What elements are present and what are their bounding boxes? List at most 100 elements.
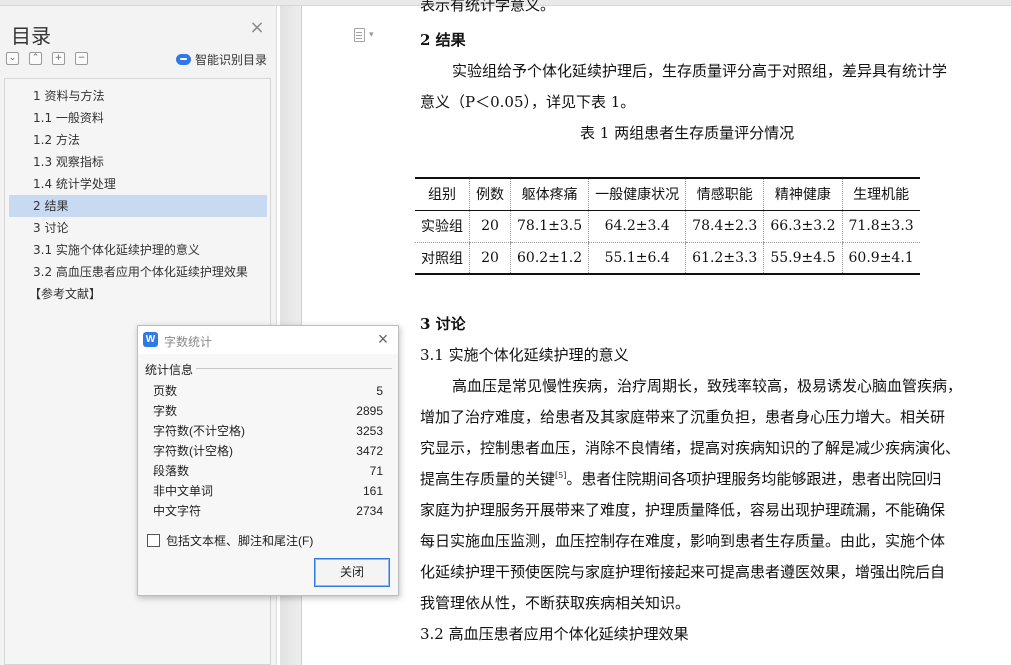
remove-heading-icon[interactable]: − [75, 52, 88, 65]
table-cell: 78.1±3.5 [509, 210, 589, 243]
table-cell: 64.2±3.4 [588, 210, 686, 243]
heading-3-1: 3.1 实施个体化延续护理的意义 [420, 346, 629, 364]
stat-label: 字符数(不计空格) [153, 424, 245, 438]
stat-value: 3472 [356, 444, 383, 458]
stat-value: 161 [362, 484, 383, 498]
table-cell: 20 [469, 210, 511, 243]
discussion-line-3: 究显示，控制患者血压，消除不良情绪，提高对疾病知识的了解是减少疾病演化、 [420, 439, 961, 457]
toc-item-3-2[interactable]: 3.2 高血压患者应用个体化延续护理效果 [9, 261, 267, 283]
toc-toolbar: ⌄ ⌃ + − [6, 52, 88, 65]
col-group: 组别 [428, 187, 456, 204]
col-emotional-role: 情感职能 [685, 178, 764, 210]
stat-row-chars-no-spaces: 字符数(不计空格) 3253 [153, 421, 383, 441]
table-cell: 71.8±3.3 [841, 210, 920, 243]
discussion-line-4-b: 。患者住院期间各项护理服务均能够跟进，患者出院回归 [566, 470, 942, 488]
expand-all-icon[interactable]: ⌃ [29, 52, 42, 65]
heading-results: 2 结果 [420, 31, 466, 49]
close-icon[interactable]: × [249, 19, 265, 37]
stat-row-chinese-chars: 中文字符 2734 [153, 501, 383, 521]
document-icon [354, 28, 365, 42]
col-body-pain: 躯体疼痛 [509, 178, 589, 210]
stat-label: 中文字符 [153, 504, 202, 518]
toc-item-references[interactable]: 【参考文献】 [9, 283, 267, 305]
discussion-line-1: 高血压是常见慢性疾病，治疗周期长，致残率较高，极易诱发心脑血管疾病， [452, 377, 963, 395]
discussion-line-8: 我管理依从性，不断获取疾病相关知识。 [420, 594, 691, 612]
table-cell: 78.4±2.3 [685, 210, 764, 243]
stat-row-words: 字数 2895 [153, 401, 383, 421]
discussion-line-2: 增加了治疗难度，给患者及其家庭带来了沉重负担，患者身心压力增大。相关研 [420, 408, 946, 426]
document-menu-button[interactable]: ▾ [354, 28, 374, 42]
heading-3-2: 3.2 高血压患者应用个体化延续护理效果 [420, 625, 689, 643]
stat-row-pages: 页数 5 [153, 381, 383, 401]
dialog-title: 字数统计 [164, 335, 213, 349]
table-cell: 60.2±1.2 [509, 242, 589, 274]
close-button[interactable]: 关闭 [314, 558, 390, 587]
stat-row-paragraphs: 段落数 71 [153, 461, 383, 481]
col-mental-health: 精神健康 [763, 178, 843, 210]
results-paragraph-line-1: 实验组给予个体化延续护理后，生存质量评分高于对照组，差异具有统计学 [452, 62, 948, 80]
table-cell: 66.3±3.2 [763, 210, 843, 243]
include-checkbox-label: 包括文本框、脚注和尾注(F) [166, 534, 314, 548]
stat-row-chars-with-spaces: 字符数(计空格) 3472 [153, 441, 383, 461]
discussion-line-4: 提高生存质量的关键[5]。患者住院期间各项护理服务均能够跟进，患者出院回归 [420, 468, 941, 489]
table-cell: 55.9±4.5 [763, 242, 843, 274]
dialog-titlebar[interactable]: W 字数统计 × [138, 326, 398, 354]
section-divider [196, 368, 392, 369]
stat-value: 2734 [356, 504, 383, 518]
toc-item-1[interactable]: 1 资料与方法 [9, 85, 267, 107]
wps-app-icon: W [143, 332, 158, 347]
discussion-line-4-a: 提高生存质量的关键 [420, 470, 556, 488]
table-row: 对照组 20 60.2±1.2 55.1±6.4 61.2±3.3 55.9±4… [415, 242, 920, 274]
stat-label: 字符数(计空格) [153, 444, 233, 458]
collapse-all-icon[interactable]: ⌄ [6, 52, 19, 65]
heading-discussion: 3 讨论 [420, 315, 466, 333]
stats-section-label: 统计信息 [145, 363, 194, 377]
toc-item-1-1[interactable]: 1.1 一般资料 [9, 107, 267, 129]
stat-label: 段落数 [153, 464, 190, 478]
citation-ref[interactable]: [5] [555, 471, 566, 480]
toc-item-2-active[interactable]: 2 结果 [9, 195, 267, 217]
table-cell: 对照组 [421, 250, 463, 267]
stat-row-non-chinese-words: 非中文单词 161 [153, 481, 383, 501]
stat-value: 5 [376, 384, 383, 398]
stats-list: 页数 5 字数 2895 字符数(不计空格) 3253 字符数(计空格) 3472 段落… [153, 381, 383, 521]
table-cell: 20 [469, 242, 511, 274]
stat-value: 71 [369, 464, 383, 478]
partial-line-top: 表示有统计学意义。 [420, 0, 556, 14]
include-checkbox[interactable] [147, 534, 160, 547]
toc-item-1-3[interactable]: 1.3 观察指标 [9, 151, 267, 173]
discussion-line-6: 每日实施血压监测，血压控制存在难度，影响到患者生存质量。由此，实施个体 [420, 532, 946, 550]
include-textbox-footnotes-option[interactable]: 包括文本框、脚注和尾注(F) [147, 532, 313, 549]
stat-label: 非中文单词 [153, 484, 214, 498]
toc-item-3-1[interactable]: 3.1 实施个体化延续护理的意义 [9, 239, 267, 261]
stat-value: 3253 [356, 424, 383, 438]
table-cell: 55.1±6.4 [588, 242, 686, 274]
toc-item-1-4[interactable]: 1.4 统计学处理 [9, 173, 267, 195]
results-table: 组别 例数 躯体疼痛 一般健康状况 情感职能 精神健康 生理机能 实验组 20 … [415, 177, 920, 275]
stat-label: 页数 [153, 384, 178, 398]
stat-label: 字数 [153, 404, 178, 418]
table-cell: 61.2±3.3 [685, 242, 764, 274]
table-row: 实验组 20 78.1±3.5 64.2±3.4 78.4±2.3 66.3±3… [415, 210, 920, 243]
col-general-health: 一般健康状况 [588, 178, 686, 210]
discussion-line-7: 化延续护理干预使医院与家庭护理衔接起来可提高患者遵医效果，增强出院后自 [420, 563, 946, 581]
toc-list: 1 资料与方法 1.1 一般资料 1.2 方法 1.3 观察指标 1.4 统计学… [9, 85, 267, 305]
dialog-close-icon[interactable]: × [374, 330, 392, 348]
add-heading-icon[interactable]: + [52, 52, 65, 65]
discussion-line-5: 家庭为护理服务开展带来了难度，护理质量降低，容易出现护理疏漏，不能确保 [420, 501, 946, 519]
table-cell: 60.9±4.1 [841, 242, 920, 274]
smart-toc-label: 智能识别目录 [195, 53, 268, 67]
col-count: 例数 [469, 178, 511, 210]
smart-toc-icon [176, 54, 191, 65]
toc-title: 目录 [11, 24, 51, 48]
table-caption: 表 1 两组患者生存质量评分情况 [580, 124, 795, 142]
toc-item-3[interactable]: 3 讨论 [9, 217, 267, 239]
col-physical-function: 生理机能 [841, 178, 920, 210]
table-cell: 实验组 [415, 210, 470, 243]
chevron-down-icon: ▾ [369, 30, 374, 40]
stat-value: 2895 [356, 404, 383, 418]
smart-toc-button[interactable]: 智能识别目录 [176, 51, 267, 68]
word-count-dialog: W 字数统计 × 统计信息 页数 5 字数 2895 字符数(不计空格) 3253 字… [137, 325, 399, 596]
results-paragraph-line-2: 意义（P＜0.05），详见下表 1。 [420, 93, 636, 111]
toc-item-1-2[interactable]: 1.2 方法 [9, 129, 267, 151]
